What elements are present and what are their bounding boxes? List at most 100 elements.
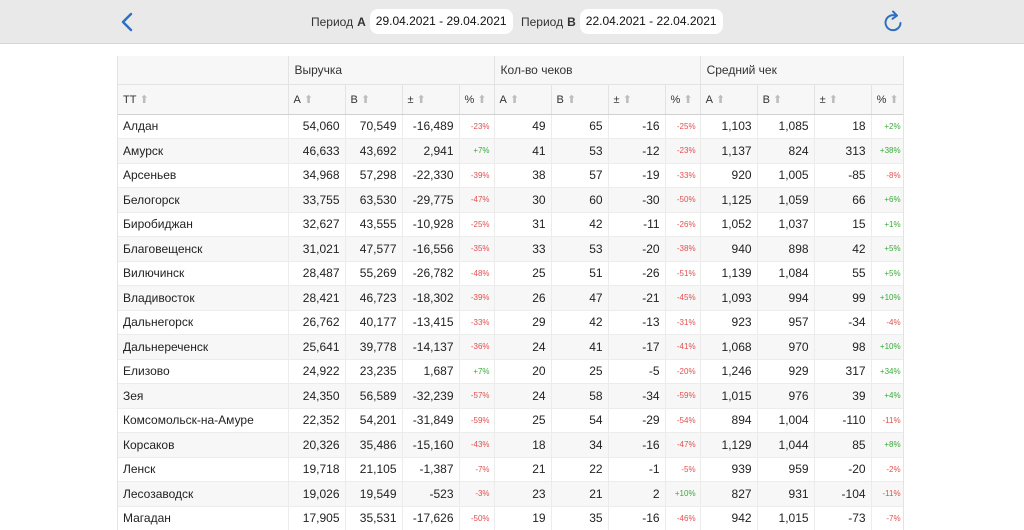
table-row[interactable]: Белогорск 33,755 63,530 -29,775 -47% 30 60 -30-…: [118, 187, 903, 213]
table-row[interactable]: Зея 24,350 56,589 -32,239 -57% 24 58 -34 -59% 1,0…: [118, 383, 903, 409]
cell-revenue-b: 39,778: [345, 334, 403, 360]
cell-revenue-diff: -16,556: [402, 236, 460, 262]
column-label: ТТ: [123, 93, 137, 106]
cell-revenue-b: 43,692: [345, 138, 403, 164]
cell-tt-name: Благовещенск: [118, 236, 289, 262]
table-row[interactable]: Амурск 46,633 43,692 2,941 +7% 41 53 -12 -23% 1,1…: [118, 138, 903, 164]
cell-revenue-a: 24,922: [288, 359, 346, 384]
column-header-revenue-diff[interactable]: ± ⬆: [402, 84, 460, 115]
table-row[interactable]: Ленск 19,718 21,105 -1,387 -7% 21 22 -1 -5% 939 95…: [118, 457, 903, 482]
comparison-table-container[interactable]: Выручка Кол-во чеков Средний чек ТТ ⬆ A ⬆ …: [117, 56, 904, 530]
table-row[interactable]: Комсомольск-на-Амуре 22,352 54,201 -31,849-…: [118, 408, 903, 433]
cell-checks-diff: -21: [608, 285, 666, 311]
top-toolbar: Период A 29.04.2021 - 29.04.2021 Период …: [0, 0, 1024, 44]
cell-checks-pct: +10%: [665, 481, 701, 507]
table-row[interactable]: Алдан 54,060 70,549 -16,489 -23% 49 65 -16 -25% 1…: [118, 114, 903, 139]
cell-revenue-a: 20,326: [288, 432, 346, 458]
table-row[interactable]: Магадан 17,905 35,531 -17,626 -50% 19 35 -16 -46…: [118, 506, 903, 530]
column-header-avg-a[interactable]: A ⬆: [700, 84, 758, 115]
period-b-selector[interactable]: Период B 22.04.2021 - 22.04.2021: [521, 9, 723, 34]
cell-avg-diff: -34: [814, 310, 872, 335]
table-row[interactable]: Биробиджан 32,627 43,555 -10,928 -25% 31 42 -11…: [118, 212, 903, 237]
table-row[interactable]: Корсаков 20,326 35,486 -15,160 -43% 18 34 -16 -4…: [118, 432, 903, 458]
table-row[interactable]: Арсеньев 34,968 57,298 -22,330 -39% 38 57 -19 -3…: [118, 163, 903, 188]
cell-avg-pct: +34%: [871, 359, 903, 384]
cell-tt-name: Белогорск: [118, 187, 289, 213]
cell-avg-b: 970: [757, 334, 815, 360]
cell-revenue-b: 35,486: [345, 432, 403, 458]
period-a-dates[interactable]: 29.04.2021 - 29.04.2021: [369, 9, 513, 34]
cell-revenue-a: 54,060: [288, 114, 346, 139]
column-header-revenue-b[interactable]: B ⬆: [345, 84, 403, 115]
cell-revenue-a: 22,352: [288, 408, 346, 433]
cell-checks-b: 25: [551, 359, 609, 384]
cell-checks-pct: -45%: [665, 285, 701, 311]
cell-revenue-pct: -35%: [459, 236, 495, 262]
cell-checks-b: 42: [551, 310, 609, 335]
cell-avg-b: 931: [757, 481, 815, 507]
table-row[interactable]: Дальнереченск 25,641 39,778 -14,137 -36% 24 41…: [118, 334, 903, 360]
sort-arrow-up-icon: ⬆: [715, 93, 726, 106]
table-row[interactable]: Дальнегорск 26,762 40,177 -13,415 -33% 29 42 -1…: [118, 310, 903, 335]
table-row[interactable]: Елизово 24,922 23,235 1,687 +7% 20 25 -5 -20% 1,2…: [118, 359, 903, 384]
cell-avg-diff: 85: [814, 432, 872, 458]
cell-avg-b: 1,085: [757, 114, 815, 139]
column-header-checks-pct[interactable]: % ⬆: [665, 84, 701, 115]
table-row[interactable]: Владивосток 28,421 46,723 -18,302 -39% 26 47 -2…: [118, 285, 903, 311]
cell-revenue-b: 40,177: [345, 310, 403, 335]
column-label: %: [876, 93, 887, 106]
cell-checks-b: 54: [551, 408, 609, 433]
cell-revenue-a: 28,487: [288, 261, 346, 286]
cell-tt-name: Елизово: [118, 359, 289, 384]
chevron-left-icon[interactable]: [118, 10, 138, 34]
period-b-dates[interactable]: 22.04.2021 - 22.04.2021: [579, 9, 723, 34]
column-header-revenue-pct[interactable]: % ⬆: [459, 84, 495, 115]
cell-avg-a: 894: [700, 408, 758, 433]
column-label: ±: [819, 93, 826, 106]
cell-revenue-b: 35,531: [345, 506, 403, 530]
cell-avg-a: 923: [700, 310, 758, 335]
cell-checks-diff: -1: [608, 457, 666, 482]
cell-revenue-pct: -7%: [459, 457, 495, 482]
column-header-tt[interactable]: ТТ ⬆: [118, 84, 289, 115]
cell-checks-b: 47: [551, 285, 609, 311]
cell-checks-a: 19: [494, 506, 552, 530]
cell-checks-b: 53: [551, 236, 609, 262]
cell-avg-b: 1,015: [757, 506, 815, 530]
cell-revenue-diff: -29,775: [402, 187, 460, 213]
column-header-avg-pct[interactable]: % ⬆: [871, 84, 903, 115]
cell-checks-pct: -41%: [665, 334, 701, 360]
cell-revenue-diff: -18,302: [402, 285, 460, 311]
cell-avg-a: 827: [700, 481, 758, 507]
cell-revenue-a: 28,421: [288, 285, 346, 311]
column-header-checks-a[interactable]: A ⬆: [494, 84, 552, 115]
cell-tt-name: Корсаков: [118, 432, 289, 458]
comparison-table: Выручка Кол-во чеков Средний чек ТТ ⬆ A ⬆ …: [118, 56, 903, 530]
cell-checks-pct: -26%: [665, 212, 701, 237]
cell-checks-diff: -26: [608, 261, 666, 286]
sort-arrow-up-icon: ⬆: [509, 93, 520, 106]
cell-checks-diff: 2: [608, 481, 666, 507]
column-header-avg-b[interactable]: B ⬆: [757, 84, 815, 115]
cell-avg-pct: +5%: [871, 236, 903, 262]
column-header-checks-b[interactable]: B ⬆: [551, 84, 609, 115]
cell-avg-pct: +4%: [871, 383, 903, 409]
table-row[interactable]: Благовещенск 31,021 47,577 -16,556 -35% 33 53-…: [118, 236, 903, 262]
cell-revenue-b: 63,530: [345, 187, 403, 213]
table-row[interactable]: Лесозаводск 19,026 19,549 -523 -3% 23 21 2 +10% 8…: [118, 481, 903, 507]
period-a-selector[interactable]: Период A 29.04.2021 - 29.04.2021: [311, 9, 513, 34]
cell-revenue-b: 43,555: [345, 212, 403, 237]
sort-arrow-up-icon: ⬆: [828, 93, 838, 106]
cell-checks-a: 29: [494, 310, 552, 335]
cell-checks-pct: -46%: [665, 506, 701, 530]
cell-checks-b: 21: [551, 481, 609, 507]
column-header-revenue-a[interactable]: A ⬆: [288, 84, 346, 115]
table-row[interactable]: Вилючинск 28,487 55,269 -26,782 -48% 25 51 -26-…: [118, 261, 903, 286]
cell-revenue-a: 46,633: [288, 138, 346, 164]
cell-avg-b: 994: [757, 285, 815, 311]
cell-avg-a: 940: [700, 236, 758, 262]
cell-checks-pct: -5%: [665, 457, 701, 482]
column-header-checks-diff[interactable]: ± ⬆: [608, 84, 666, 115]
refresh-icon[interactable]: [880, 9, 906, 35]
column-header-avg-diff[interactable]: ± ⬆: [814, 84, 872, 115]
